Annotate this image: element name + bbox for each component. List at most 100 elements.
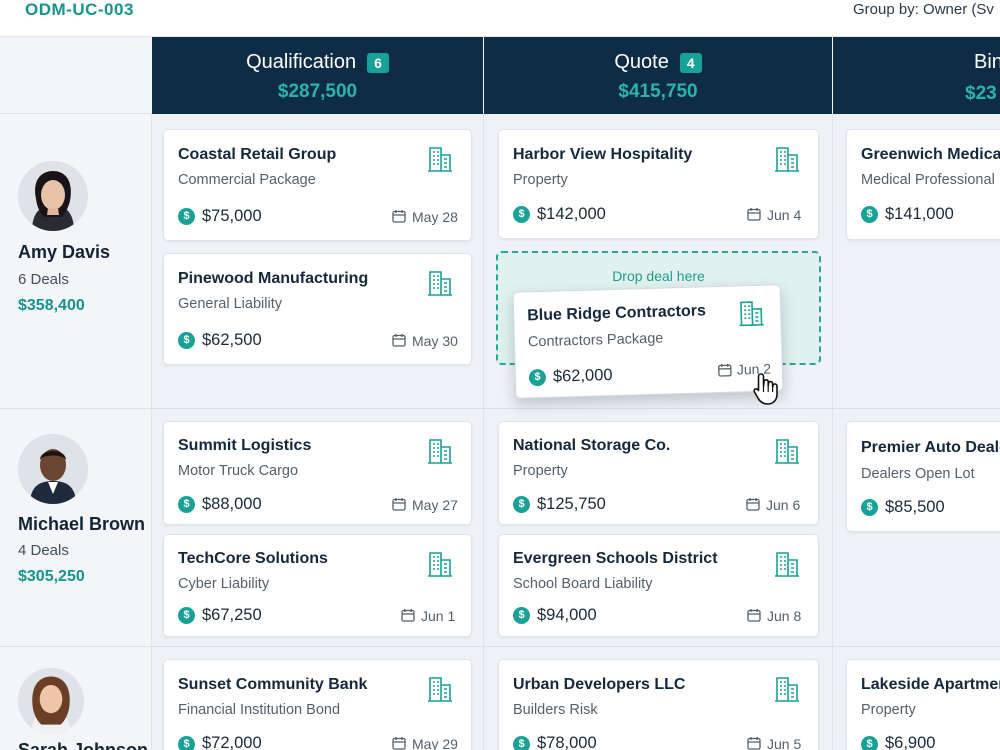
calendar-icon: [392, 498, 406, 511]
deal-card[interactable]: Sunset Community Bank Financial Institut…: [163, 659, 472, 750]
deal-close-date: Jun 8: [767, 608, 802, 624]
deal-card[interactable]: Greenwich Medical Medical Professional $…: [846, 129, 1000, 240]
hand-pointer-icon: [753, 373, 778, 405]
group-by-selector[interactable]: Group by: Owner (Sv: [853, 1, 994, 18]
dollar-icon: $: [861, 736, 878, 750]
deal-name: Sunset Community Bank: [178, 676, 368, 693]
deal-type: Commercial Package: [178, 172, 316, 188]
row-divider: [0, 646, 1000, 647]
dollar-icon: $: [513, 736, 530, 750]
stage-total: $23: [965, 83, 997, 104]
deal-card[interactable]: Harbor View Hospitality Property $ $142,…: [498, 129, 819, 239]
stage-header-bind[interactable]: Bin $23: [833, 37, 1000, 114]
screen-id: ODM-UC-003: [25, 0, 134, 19]
building-icon: [428, 677, 452, 702]
deal-close-date: Jun 5: [767, 736, 802, 750]
deal-name: Urban Developers LLC: [513, 676, 686, 693]
dollar-icon: $: [861, 499, 878, 516]
deal-card[interactable]: Summit Logistics Motor Truck Cargo $ $88…: [163, 421, 472, 525]
deal-amount: $62,500: [202, 331, 262, 349]
deal-amount: $88,000: [202, 495, 262, 513]
calendar-icon: [392, 334, 406, 347]
deal-amount: $141,000: [885, 205, 954, 223]
deal-card[interactable]: Lakeside Apartments Property $ $6,900: [846, 659, 1000, 750]
deal-card[interactable]: TechCore Solutions Cyber Liability $ $67…: [163, 534, 472, 637]
deal-amount: $85,500: [885, 498, 945, 516]
stage-total: $287,500: [277, 81, 358, 102]
deal-card[interactable]: Pinewood Manufacturing General Liability…: [163, 253, 472, 365]
stage-name: Quote: [614, 51, 669, 73]
deal-name: Harbor View Hospitality: [513, 146, 693, 163]
deal-type: Motor Truck Cargo: [178, 463, 299, 479]
dollar-icon: $: [178, 332, 195, 349]
avatar: [18, 161, 88, 231]
deal-name: Lakeside Apartments: [861, 676, 1000, 693]
dollar-icon: $: [178, 496, 195, 513]
building-icon: [775, 439, 799, 464]
deal-close-date: Jun 4: [767, 207, 802, 223]
deal-card[interactable]: Premier Auto Dealers Dealers Open Lot $ …: [846, 421, 1000, 532]
deal-close-date: May 30: [412, 333, 458, 349]
dollar-icon: $: [513, 607, 530, 624]
deal-card[interactable]: Coastal Retail Group Commercial Package …: [163, 129, 472, 241]
deal-type: School Board Liability: [513, 576, 653, 592]
building-icon: [739, 301, 764, 327]
deal-type: Medical Professional: [861, 172, 995, 188]
dollar-icon: $: [178, 736, 195, 750]
deal-amount: $72,000: [202, 734, 262, 750]
owner-name: Michael Brown: [18, 514, 146, 534]
deal-amount: $6,900: [885, 734, 936, 750]
stage-header-quote[interactable]: Quote 4 $415,750: [484, 37, 832, 114]
building-icon: [428, 552, 452, 577]
building-icon: [775, 677, 799, 702]
deal-name: Blue Ridge Contractors: [526, 302, 707, 325]
deal-amount: $75,000: [202, 207, 262, 225]
deal-close-date: May 27: [412, 497, 458, 513]
stage-count-badge: 6: [367, 52, 389, 73]
dollar-icon: $: [178, 607, 195, 624]
stage-header-qualification[interactable]: Qualification 6 $287,500: [152, 37, 483, 114]
stage-total: $415,750: [618, 81, 698, 102]
calendar-icon: [747, 609, 761, 622]
deal-name: National Storage Co.: [513, 437, 671, 454]
deal-card[interactable]: Urban Developers LLC Builders Risk $ $78…: [498, 659, 819, 750]
deal-amount: $78,000: [537, 734, 597, 750]
dollar-icon: $: [528, 368, 547, 387]
owner-column: [0, 37, 152, 750]
deal-type: Property: [861, 702, 916, 718]
drop-zone-label: Drop deal here: [612, 268, 705, 284]
building-icon: [775, 147, 799, 172]
deal-type: Cyber Liability: [178, 576, 270, 592]
owner-name: Amy Davis: [18, 242, 111, 262]
owner-deal-count: 6 Deals: [18, 271, 69, 288]
deal-type: Property: [513, 463, 568, 479]
deal-name: Greenwich Medical: [861, 146, 1000, 163]
stage-name: Qualification: [246, 51, 357, 73]
deal-close-date: Jun 1: [421, 608, 456, 624]
building-icon: [775, 552, 799, 577]
deal-type: General Liability: [178, 296, 282, 312]
avatar: [18, 434, 88, 504]
deal-close-date: May 29: [412, 736, 458, 750]
deal-close-date: May 28: [412, 209, 458, 225]
deal-type: Property: [513, 172, 568, 188]
deal-card[interactable]: Evergreen Schools District School Board …: [498, 534, 819, 637]
calendar-icon: [392, 737, 406, 750]
dragging-deal-card[interactable]: Blue Ridge Contractors Contractors Packa…: [512, 284, 784, 399]
calendar-icon: [401, 609, 415, 622]
stage-count-badge: 4: [679, 52, 702, 73]
deal-card[interactable]: National Storage Co. Property $ $125,750…: [498, 421, 819, 525]
dollar-icon: $: [178, 208, 195, 225]
calendar-icon: [718, 363, 732, 377]
stage-name: Bin: [974, 51, 1000, 73]
deal-type: Contractors Package: [527, 330, 664, 351]
deal-amount: $142,000: [537, 205, 606, 223]
deal-name: Coastal Retail Group: [178, 146, 337, 163]
dollar-icon: $: [513, 496, 530, 513]
deal-name: TechCore Solutions: [178, 550, 328, 567]
building-icon: [428, 439, 452, 464]
deal-name: Summit Logistics: [178, 437, 312, 454]
dollar-icon: $: [861, 206, 878, 223]
calendar-icon: [746, 498, 760, 511]
deal-name: Pinewood Manufacturing: [178, 270, 369, 287]
